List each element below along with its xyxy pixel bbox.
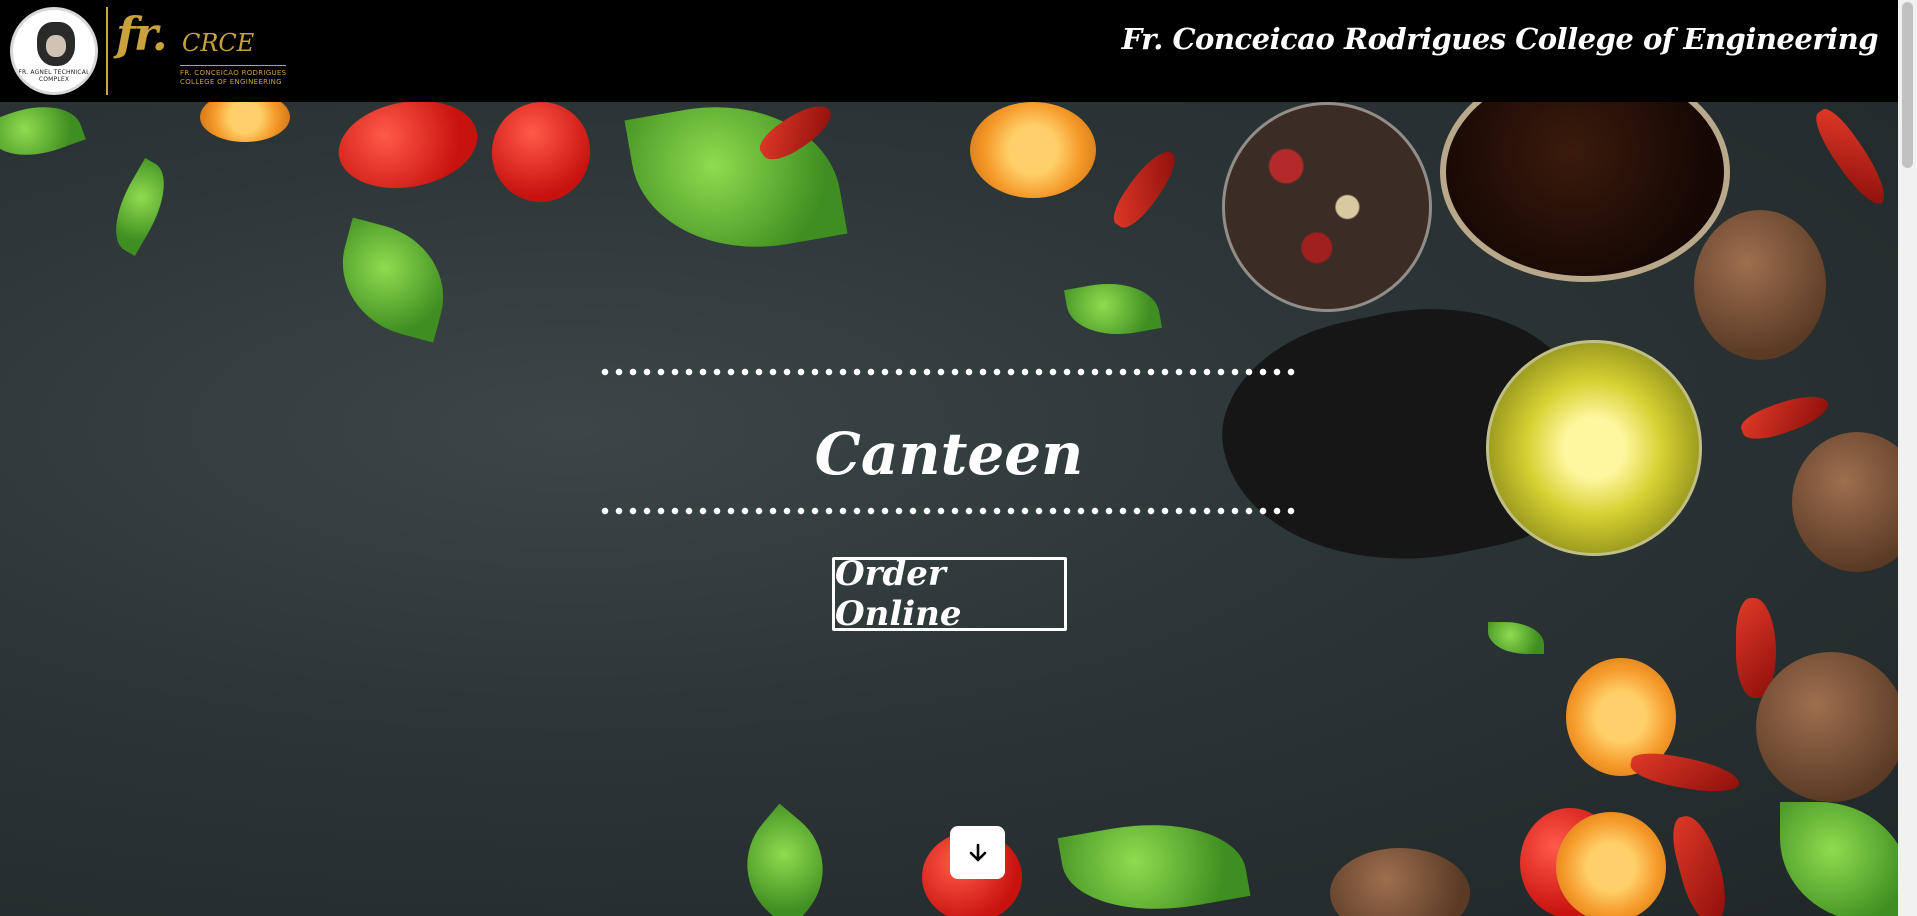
- brand-line-2: COLLEGE OF ENGINEERING: [180, 78, 282, 86]
- seal-text: FR. AGNEL TECHNICAL COMPLEX: [18, 69, 90, 83]
- college-brand-logo: fr. CRCE FR. CONCEICAO RODRIGUES COLLEGE…: [114, 7, 292, 95]
- mushroom-image-3: [1756, 652, 1898, 802]
- basil-sprig-image-2: [721, 803, 849, 916]
- site-header: FR. AGNEL TECHNICAL COMPLEX fr. CRCE FR.…: [0, 0, 1898, 102]
- institute-seal-logo: FR. AGNEL TECHNICAL COMPLEX: [10, 7, 98, 95]
- logo-divider: [106, 7, 108, 95]
- decorative-dotted-line-bottom: [598, 507, 1298, 515]
- founder-portrait: [37, 22, 75, 66]
- tomato-slice-image: [970, 102, 1096, 198]
- college-name: Fr. Conceicao Rodrigues College of Engin…: [1121, 22, 1879, 56]
- basil-leaf-image-2: [1488, 622, 1544, 654]
- mushroom-image: [1694, 210, 1826, 360]
- brand-mark: fr.: [116, 7, 168, 61]
- spinach-leaf-image-2: [1063, 274, 1163, 344]
- brand-rule: [180, 65, 286, 66]
- scroll-down-button[interactable]: [950, 826, 1005, 879]
- scrollbar-thumb[interactable]: [1902, 2, 1913, 168]
- peppercorn-bowl-image: [1222, 102, 1432, 312]
- chili-image-2: [1106, 143, 1184, 235]
- mushroom-image-4: [1330, 848, 1470, 916]
- brand-line-1: FR. CONCEICAO RODRIGUES: [180, 69, 287, 77]
- chili-image-7: [1666, 810, 1734, 916]
- lettuce-image-2: [1780, 802, 1898, 916]
- page-title: Canteen: [814, 420, 1084, 488]
- brand-sub: CRCE: [182, 29, 255, 57]
- page-scrollbar[interactable]: [1898, 0, 1917, 916]
- spinach-leaf-image: [326, 217, 460, 343]
- order-online-button[interactable]: Order Online: [832, 554, 1067, 634]
- decorative-dotted-line-top: [598, 368, 1298, 376]
- chili-image-6: [1628, 748, 1742, 798]
- arrow-down-icon: [969, 843, 986, 861]
- page: FR. AGNEL TECHNICAL COMPLEX fr. CRCE FR.…: [0, 0, 1898, 916]
- chili-image-3: [1807, 103, 1895, 211]
- basil-sprig-image: [100, 158, 180, 256]
- logo-group[interactable]: FR. AGNEL TECHNICAL COMPLEX fr. CRCE FR.…: [10, 4, 292, 98]
- lettuce-image-3: [1057, 807, 1251, 916]
- basil-leaf-image: [0, 92, 86, 170]
- tomato-image: [331, 90, 485, 199]
- orange-tomato-image-3: [1556, 812, 1666, 916]
- tomato-image-2: [477, 88, 605, 216]
